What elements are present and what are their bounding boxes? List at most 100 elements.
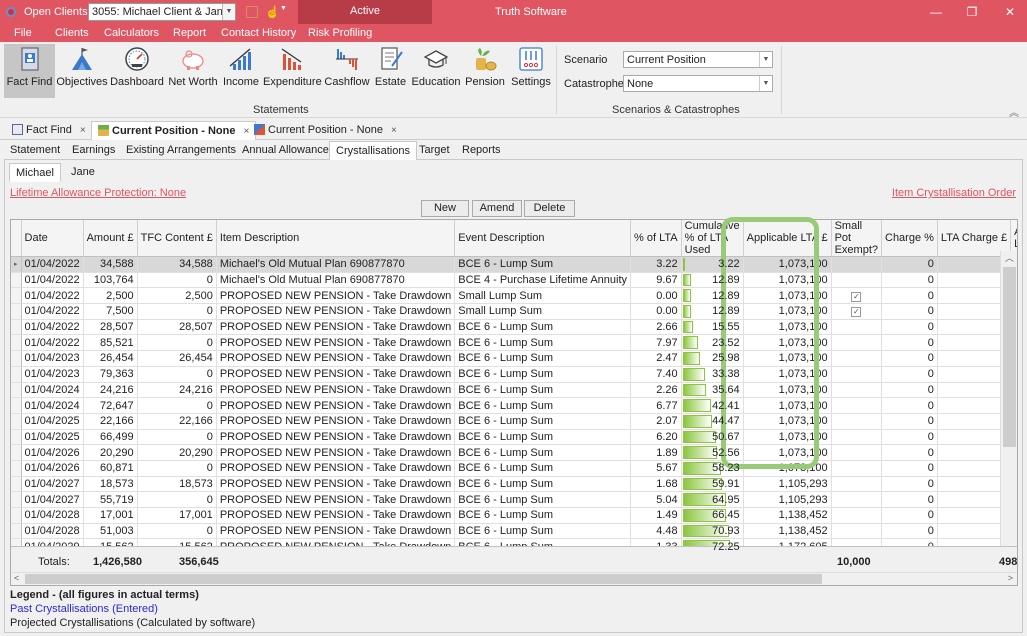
cell-event-description[interactable]: BCE 6 - Lump Sum xyxy=(454,429,632,446)
col-amount[interactable]: Amount £ xyxy=(83,220,138,257)
cell-cumulative-pct[interactable]: 52.56 xyxy=(681,444,744,461)
cell-applicable-lta[interactable]: 1,073,100 xyxy=(743,319,832,336)
cell-tfc-content[interactable]: 17,001 xyxy=(137,507,217,524)
ribbon-settings-button[interactable]: Settings xyxy=(508,44,554,98)
cell-pct-of-lta[interactable]: 5.04 xyxy=(630,491,682,508)
col-event-description[interactable]: Event Description xyxy=(454,220,632,257)
cell-item-description[interactable]: PROPOSED NEW PENSION - Take Drawdown xyxy=(216,287,456,305)
cell-event-description[interactable]: BCE 6 - Lump Sum xyxy=(454,366,632,383)
chevron-down-icon[interactable]: ▼ xyxy=(280,5,287,12)
cell-cumulative-pct[interactable]: 3.22 xyxy=(681,256,744,273)
cell-cumulative-pct[interactable]: 42.41 xyxy=(681,397,744,414)
col-date[interactable]: Date xyxy=(21,220,84,257)
ribbon-net-worth-button[interactable]: Net Worth xyxy=(166,44,220,98)
cell-amount[interactable]: 17,001 xyxy=(83,507,138,524)
cell-charge-pct[interactable]: 0 xyxy=(881,256,938,273)
cell-small-pot-exempt[interactable] xyxy=(831,429,883,446)
table-row[interactable]: 01/04/2023 79,363 0 PROPOSED NEW PENSION - … xyxy=(11,366,1017,383)
cell-cumulative-pct[interactable]: 35.64 xyxy=(681,382,744,399)
cell-cumulative-pct[interactable]: 12.89 xyxy=(681,303,744,320)
cell-tfc-content[interactable]: 28,507 xyxy=(137,319,217,336)
cell-event-description[interactable]: BCE 6 - Lump Sum xyxy=(454,523,632,540)
cell-event-description[interactable]: BCE 6 - Lump Sum xyxy=(454,476,632,493)
cell-date[interactable]: 01/04/2024 xyxy=(21,382,84,399)
cell-date[interactable]: 01/04/2024 xyxy=(21,397,84,414)
cell-pct-of-lta[interactable]: 0.00 xyxy=(630,303,682,320)
lta-protection-link[interactable]: Lifetime Allowance Protection: None xyxy=(10,187,186,199)
cell-date[interactable]: 01/04/2026 xyxy=(21,444,84,461)
cell-tfc-content[interactable]: 0 xyxy=(137,366,217,383)
row-indicator[interactable] xyxy=(11,476,22,493)
cell-amount[interactable]: 22,166 xyxy=(83,413,138,430)
col-small-pot-exempt[interactable]: Small Pot Exempt? xyxy=(831,220,883,257)
row-indicator[interactable] xyxy=(11,444,22,461)
cell-charge-pct[interactable]: 0 xyxy=(881,429,938,446)
cell-event-description[interactable]: BCE 4 - Purchase Lifetime Annuity xyxy=(454,272,632,289)
cell-applicable-lta[interactable]: 1,073,100 xyxy=(743,382,832,399)
cell-pct-of-lta[interactable]: 3.22 xyxy=(630,256,682,273)
cell-applicable-lta[interactable]: 1,073,100 xyxy=(743,366,832,383)
cell-applicable-lta[interactable]: 1,073,100 xyxy=(743,350,832,367)
cell-cumulative-pct[interactable]: 58.23 xyxy=(681,460,744,477)
cell-item-description[interactable]: PROPOSED NEW PENSION - Take Drawdown xyxy=(216,491,456,508)
cell-small-pot-exempt[interactable] xyxy=(831,256,883,273)
delete-button[interactable]: Delete xyxy=(524,200,575,217)
table-row[interactable]: 01/04/2028 51,003 0 PROPOSED NEW PENSION - … xyxy=(11,523,1017,540)
horizontal-scroll-thumb[interactable] xyxy=(25,574,822,584)
row-indicator[interactable] xyxy=(11,366,22,383)
cell-amount[interactable]: 2,500 xyxy=(83,287,138,305)
cell-tfc-content[interactable]: 0 xyxy=(137,397,217,414)
cell-item-description[interactable]: PROPOSED NEW PENSION - Take Drawdown xyxy=(216,303,456,320)
ribbon-expenditure-button[interactable]: Expenditure xyxy=(263,44,322,98)
row-indicator[interactable] xyxy=(11,413,22,430)
table-row[interactable]: 01/04/2022 2,500 2,500 PROPOSED NEW PENSION… xyxy=(11,287,1017,305)
cell-tfc-content[interactable]: 20,290 xyxy=(137,444,217,461)
cell-tfc-content[interactable]: 0 xyxy=(137,460,217,477)
table-row[interactable]: 01/04/2022 28,507 28,507 PROPOSED NEW PENSI… xyxy=(11,319,1017,336)
cell-event-description[interactable]: BCE 6 - Lump Sum xyxy=(454,460,632,477)
cell-small-pot-exempt[interactable] xyxy=(831,523,883,540)
col-applicable-lta[interactable]: Applicable LTA £ xyxy=(743,220,832,257)
ribbon-dashboard-button[interactable]: Dashboard xyxy=(110,44,164,98)
cell-event-description[interactable]: BCE 6 - Lump Sum xyxy=(454,397,632,414)
cell-applicable-lta[interactable]: 1,138,452 xyxy=(743,523,832,540)
cell-amount[interactable]: 28,507 xyxy=(83,319,138,336)
cell-applicable-lta[interactable]: 1,105,293 xyxy=(743,476,832,493)
cell-small-pot-exempt[interactable] xyxy=(831,507,883,524)
cell-small-pot-exempt[interactable] xyxy=(831,334,883,352)
person-tab-michael[interactable]: Michael xyxy=(9,163,61,182)
cell-applicable-lta[interactable]: 1,073,100 xyxy=(743,256,832,273)
cell-pct-of-lta[interactable]: 5.67 xyxy=(630,460,682,477)
cell-cumulative-pct[interactable]: 70.93 xyxy=(681,523,744,540)
cell-cumulative-pct[interactable]: 12.89 xyxy=(681,287,744,305)
table-row[interactable]: 01/04/2025 22,166 22,166 PROPOSED NEW PENSI… xyxy=(11,413,1017,430)
row-indicator[interactable] xyxy=(11,491,22,508)
tab-earnings[interactable]: Earnings xyxy=(66,141,121,160)
cell-charge-pct[interactable]: 0 xyxy=(881,397,938,414)
cell-pct-of-lta[interactable]: 6.77 xyxy=(630,397,682,414)
col-charge-pct[interactable]: Charge % xyxy=(881,220,938,257)
cell-applicable-lta[interactable]: 1,073,100 xyxy=(743,303,832,320)
row-indicator[interactable]: ▸ xyxy=(11,256,22,273)
cell-amount[interactable]: 60,871 xyxy=(83,460,138,477)
cell-cumulative-pct[interactable]: 59.91 xyxy=(681,476,744,493)
open-clients-combo[interactable]: 3055: Michael Client & Jane... ▼ xyxy=(88,3,236,21)
cell-tfc-content[interactable]: 34,588 xyxy=(137,256,217,273)
row-indicator[interactable] xyxy=(11,350,22,367)
doc-tab-current-position-cashflow[interactable]: Current Position - None × xyxy=(248,121,403,140)
cell-tfc-content[interactable]: 26,454 xyxy=(137,350,217,367)
table-row[interactable]: 01/04/2022 103,764 0 Michael's Old Mutual P… xyxy=(11,272,1017,289)
cell-item-description[interactable]: Michael's Old Mutual Plan 690877870 xyxy=(216,256,456,273)
scroll-right-icon[interactable]: > xyxy=(1008,573,1013,583)
cell-amount[interactable]: 34,588 xyxy=(83,256,138,273)
table-row[interactable]: 01/04/2022 7,500 0 PROPOSED NEW PENSION - T… xyxy=(11,303,1017,320)
menu-calculators[interactable]: Calculators xyxy=(104,27,159,39)
cell-small-pot-exempt[interactable] xyxy=(831,272,883,289)
close-tab-icon[interactable]: × xyxy=(80,125,86,136)
cell-item-description[interactable]: PROPOSED NEW PENSION - Take Drawdown xyxy=(216,460,456,477)
ribbon-fact-find-button[interactable]: Fact Find xyxy=(4,44,55,98)
cell-item-description[interactable]: PROPOSED NEW PENSION - Take Drawdown xyxy=(216,507,456,524)
cell-item-description[interactable]: PROPOSED NEW PENSION - Take Drawdown xyxy=(216,366,456,383)
cell-charge-pct[interactable]: 0 xyxy=(881,350,938,367)
cell-applicable-lta[interactable]: 1,073,100 xyxy=(743,444,832,461)
